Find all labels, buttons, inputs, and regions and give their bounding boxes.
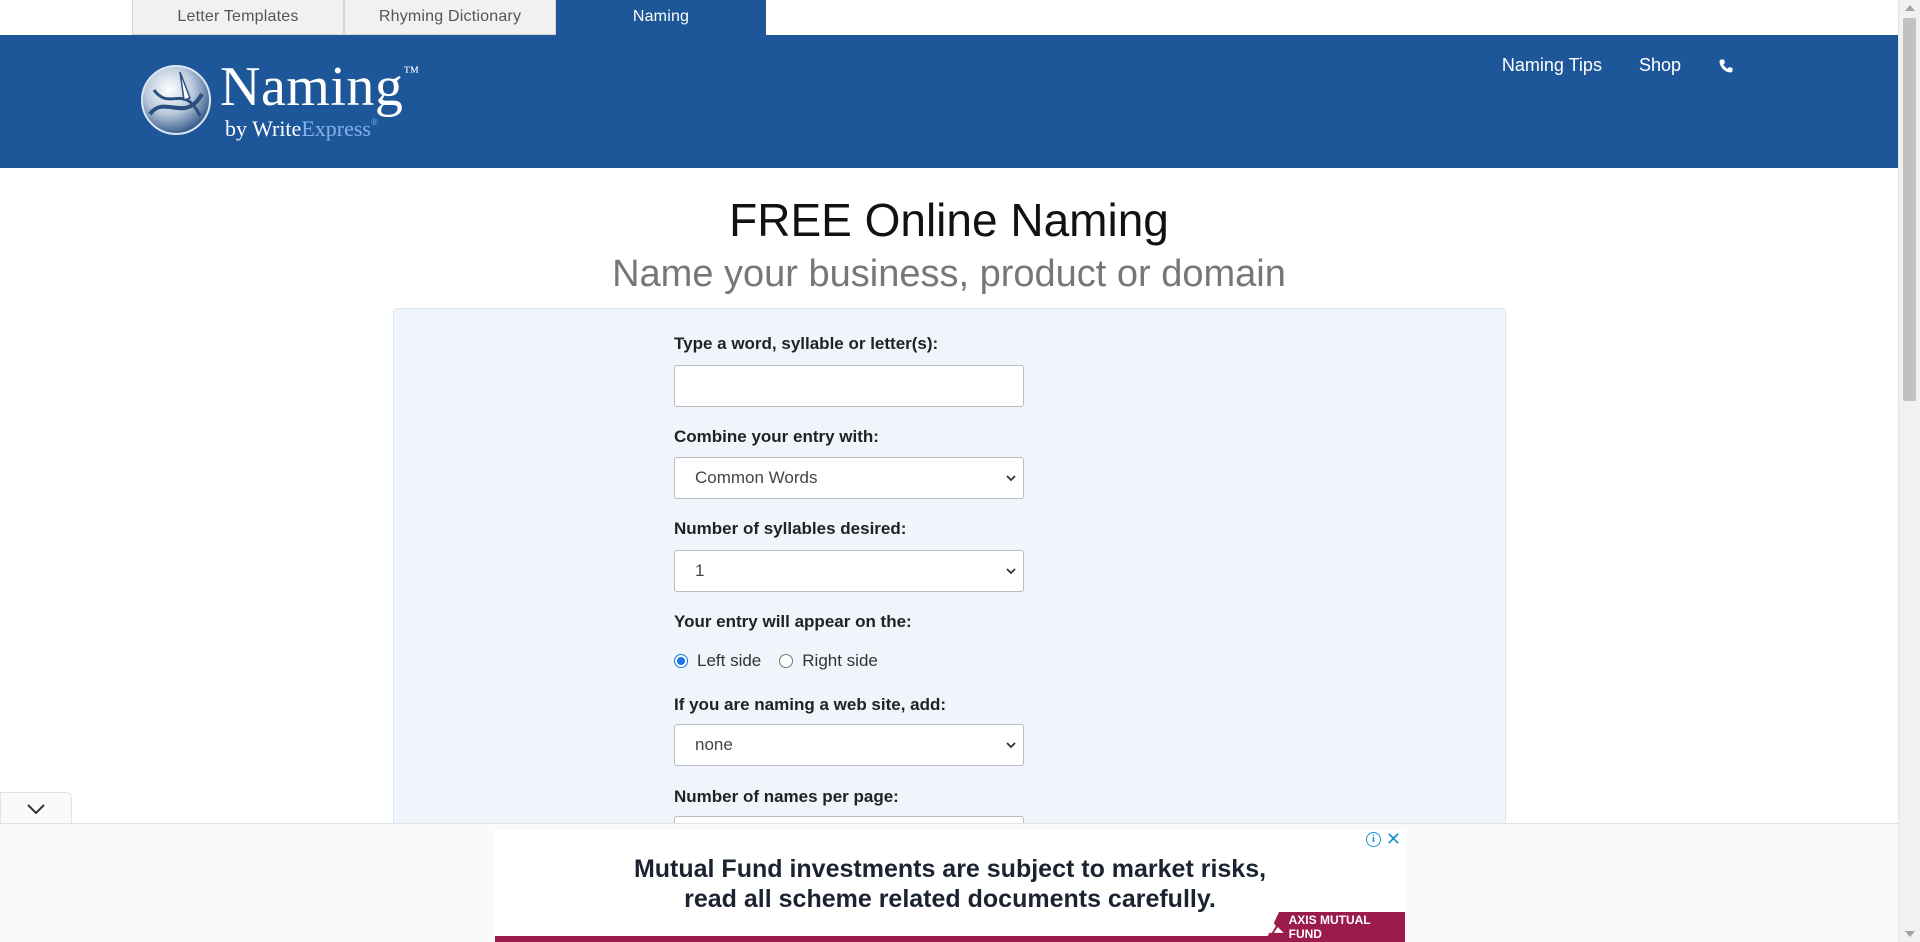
syllables-select-value: 1 xyxy=(695,561,705,580)
combine-label: Combine your entry with: xyxy=(674,427,879,446)
scroll-down-icon[interactable] xyxy=(1905,931,1915,937)
ad-brand-logo: AXIS MUTUAL FUND xyxy=(1265,912,1405,942)
scrollbar-thumb[interactable] xyxy=(1903,18,1916,401)
word-input[interactable] xyxy=(674,365,1024,407)
logo-wordmark: Naming™ xyxy=(220,56,420,118)
site-header: Naming™ by WriteExpress® Naming Tips Sho… xyxy=(0,35,1898,168)
combine-select[interactable]: Common Words xyxy=(674,457,1024,499)
page-subtitle: Name your business, product or domain xyxy=(612,253,1286,295)
tab-letter-templates[interactable]: Letter Templates xyxy=(132,0,344,35)
per-page-label: Number of names per page: xyxy=(674,787,899,806)
website-suffix-select[interactable]: none xyxy=(674,724,1024,766)
nav-shop[interactable]: Shop xyxy=(1639,55,1681,76)
chevron-down-icon xyxy=(27,804,45,815)
info-icon[interactable]: i xyxy=(1365,832,1381,847)
site-tabs: Letter Templates Rhyming Dictionary Nami… xyxy=(0,0,1898,35)
ad-collapse-toggle[interactable] xyxy=(0,792,72,824)
chevron-down-icon xyxy=(1006,742,1016,749)
page-scrollbar[interactable] xyxy=(1898,0,1920,942)
site-logo[interactable]: Naming™ by WriteExpress® xyxy=(140,56,440,151)
close-icon[interactable]: ✕ xyxy=(1386,830,1401,848)
website-select-value: none xyxy=(695,735,733,754)
ad-banner[interactable]: Mutual Fund investments are subject to m… xyxy=(495,830,1405,942)
tab-rhyming-dictionary[interactable]: Rhyming Dictionary xyxy=(344,0,556,35)
scroll-up-icon[interactable] xyxy=(1905,5,1915,11)
right-side-radio[interactable] xyxy=(779,654,794,668)
axis-logo-icon xyxy=(1265,921,1284,933)
left-side-radio[interactable] xyxy=(674,654,688,668)
word-label: Type a word, syllable or letter(s): xyxy=(674,334,939,353)
left-side-label[interactable]: Left side xyxy=(697,651,761,671)
combine-select-value: Common Words xyxy=(695,468,818,487)
page-title: FREE Online Naming xyxy=(729,194,1169,246)
syllables-select[interactable]: 1 xyxy=(674,550,1024,592)
tab-naming[interactable]: Naming xyxy=(556,0,766,35)
nav-naming-tips[interactable]: Naming Tips xyxy=(1502,55,1602,76)
header-nav: Naming Tips Shop xyxy=(1502,55,1734,76)
chevron-down-icon xyxy=(1006,475,1016,482)
quill-emblem-icon xyxy=(141,65,211,135)
position-radio-group: Left side Right side xyxy=(674,651,896,671)
syllables-label: Number of syllables desired: xyxy=(674,519,907,538)
position-label: Your entry will appear on the: xyxy=(674,612,912,631)
right-side-label[interactable]: Right side xyxy=(802,651,878,671)
chevron-down-icon xyxy=(1006,568,1016,575)
logo-tagline: by WriteExpress® xyxy=(225,116,378,141)
ad-text: Mutual Fund investments are subject to m… xyxy=(633,855,1267,913)
website-label: If you are naming a web site, add: xyxy=(674,695,947,714)
ad-controls: i ✕ xyxy=(1365,830,1401,848)
phone-icon[interactable] xyxy=(1718,58,1734,74)
